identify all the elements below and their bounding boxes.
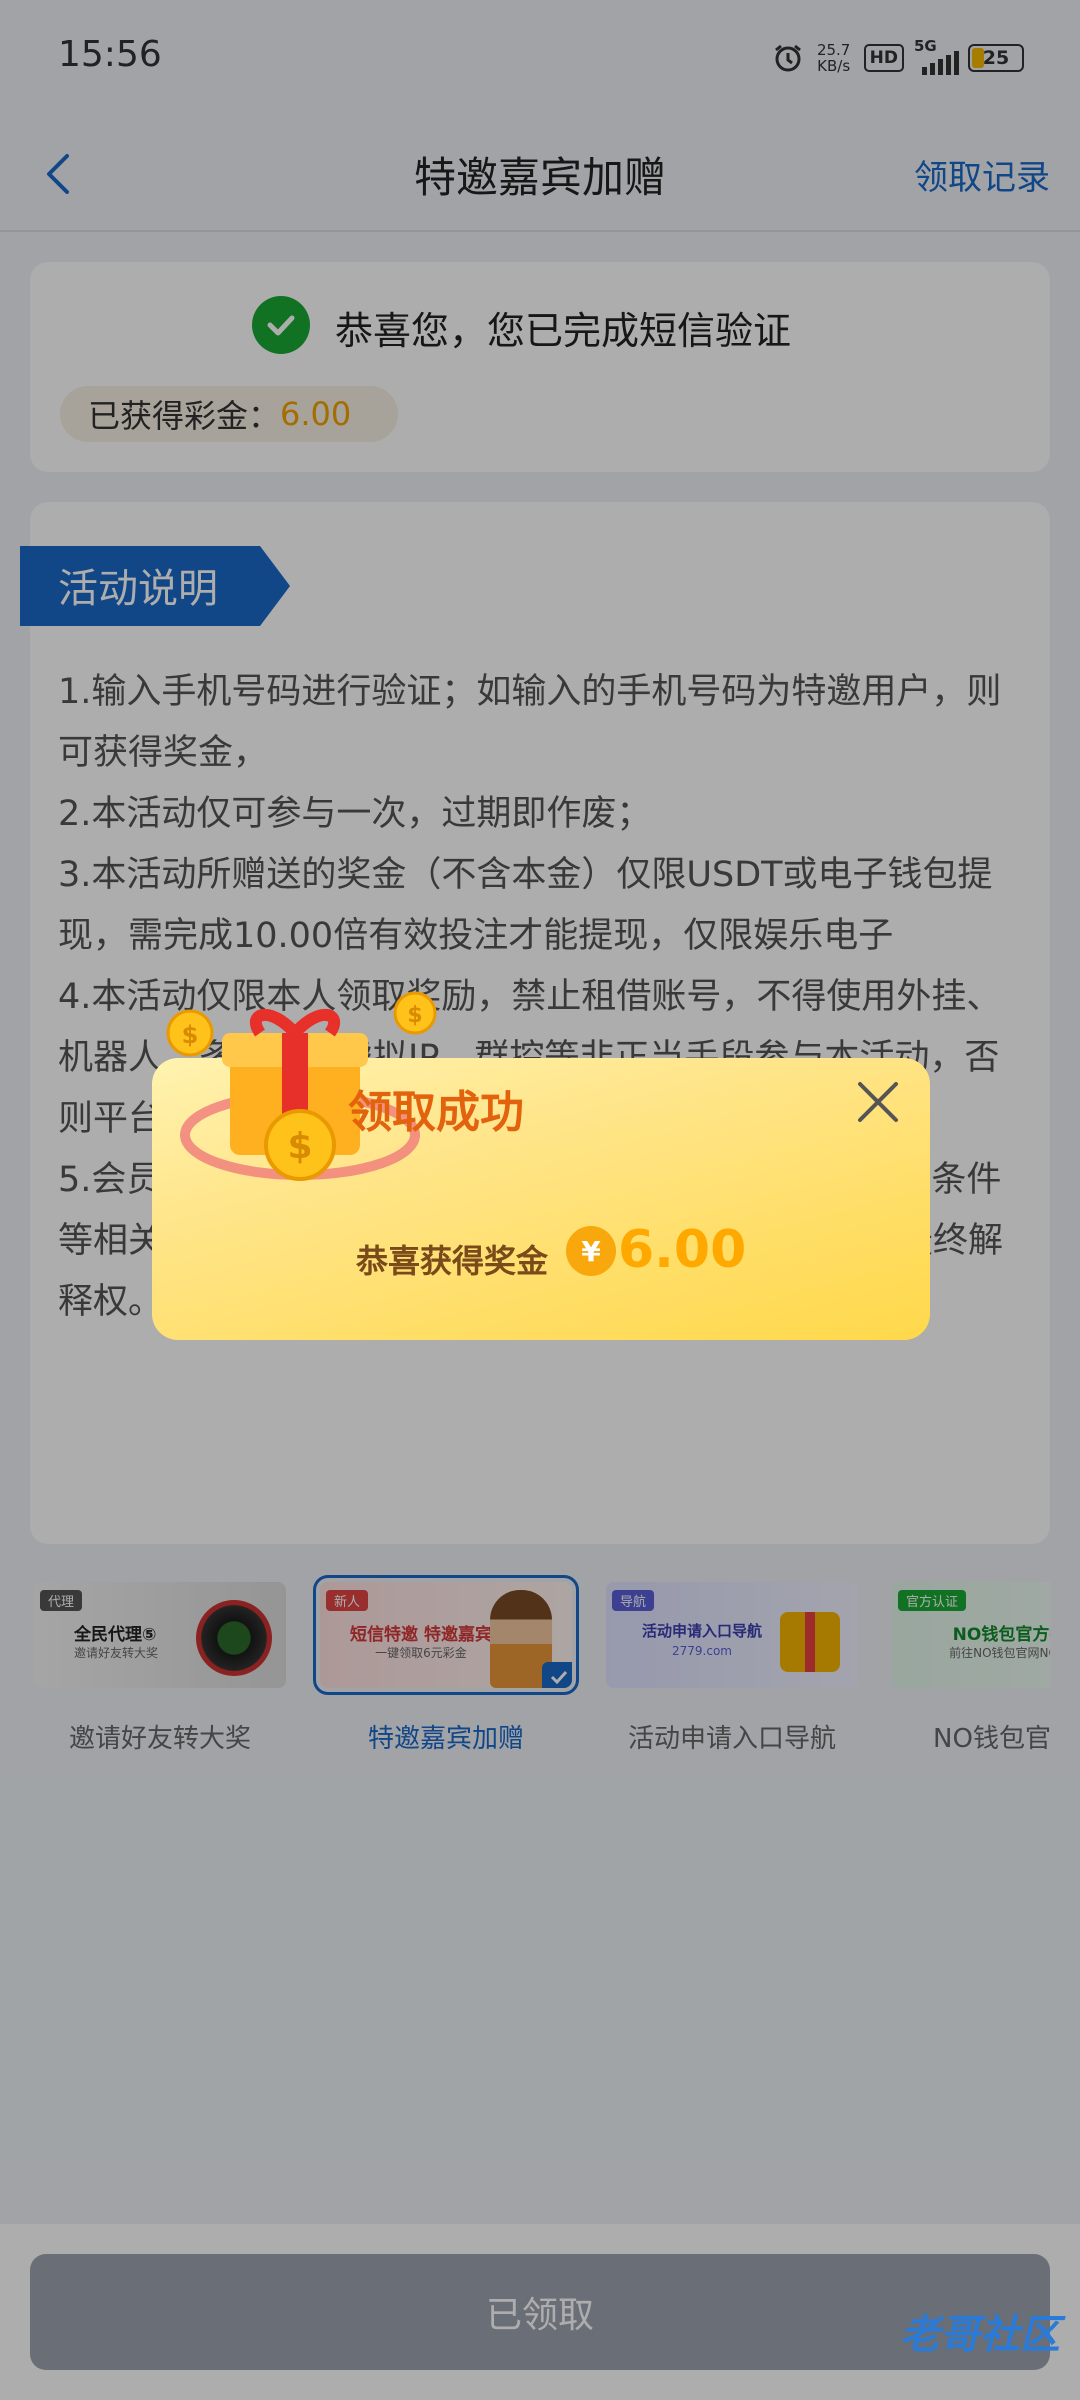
yuan-coin-icon: ¥ — [566, 1226, 616, 1276]
svg-text:$: $ — [182, 1021, 199, 1049]
svg-text:$: $ — [287, 1126, 312, 1167]
popup-title: 领取成功 — [348, 1087, 524, 1138]
popup-amount: 6.00 — [618, 1220, 747, 1280]
popup-message: 恭喜获得奖金 — [356, 1242, 549, 1280]
close-icon[interactable] — [854, 1078, 902, 1126]
watermark-logo: 老哥社区 — [900, 2312, 1060, 2358]
svg-text:$: $ — [407, 1003, 422, 1028]
